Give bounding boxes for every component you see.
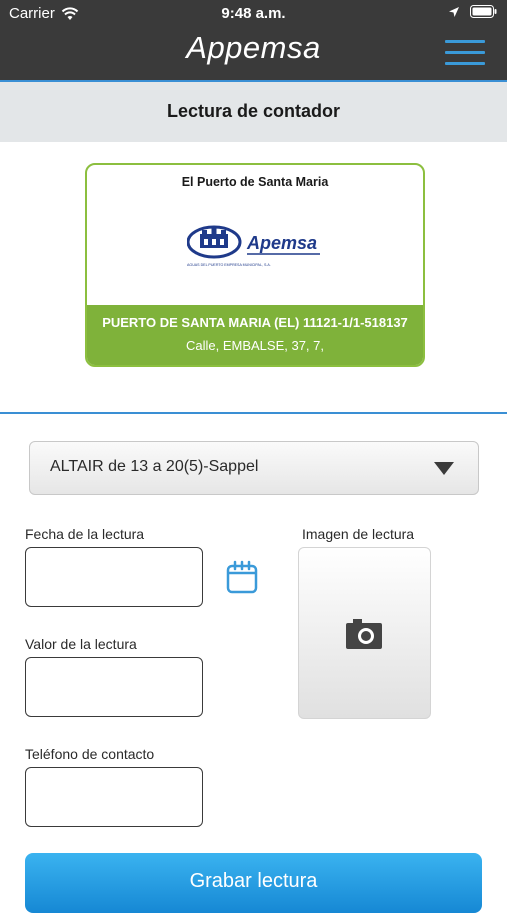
navigation-bar: Carrier 9:48 a.m. Appemsa — [0, 0, 507, 80]
card-city: El Puerto de Santa Maria — [181, 175, 329, 189]
camera-icon — [346, 619, 382, 649]
meter-card: El Puerto de Santa Maria Apemsa AGUAS DE… — [85, 163, 425, 367]
card-info-band: PUERTO DE SANTA MARIA (EL) 11121-1/1-518… — [87, 305, 423, 365]
logo-subtitle: AGUAS DEL PUERTO EMPRESA MUNICIPAL, S.A. — [187, 263, 271, 267]
contact-phone-label: Teléfono de contacto — [25, 746, 155, 762]
save-reading-button[interactable]: Grabar lectura — [25, 853, 482, 913]
dropdown-arrow-icon — [434, 462, 454, 475]
meter-model-value: ALTAIR de 13 a 20(5)-Sappel — [50, 458, 259, 475]
meter-model-select[interactable]: ALTAIR de 13 a 20(5)-Sappel — [29, 441, 479, 495]
reading-value-field[interactable] — [25, 657, 203, 717]
status-bar: Carrier 9:48 a.m. — [0, 0, 507, 28]
save-reading-label: Grabar lectura — [189, 870, 318, 892]
battery-icon — [470, 5, 497, 18]
menu-line — [445, 62, 485, 65]
menu-line — [445, 51, 485, 54]
page-title: Lectura de contador — [166, 101, 341, 121]
reading-date-label: Fecha de la lectura — [25, 526, 145, 542]
status-time: 9:48 a.m. — [221, 5, 286, 22]
menu-line — [445, 40, 485, 43]
app-title: Appemsa — [186, 30, 321, 65]
logo-text: Apemsa — [246, 233, 317, 253]
calendar-icon[interactable] — [226, 560, 258, 594]
reading-image-label: Imagen de lectura — [302, 526, 415, 542]
card-account: PUERTO DE SANTA MARIA (EL) 11121-1/1-518… — [102, 315, 408, 330]
reading-date-field[interactable] — [25, 547, 203, 607]
apemsa-logo: Apemsa AGUAS DEL PUERTO EMPRESA MUNICIPA… — [187, 225, 320, 267]
section-header: Lectura de contador — [0, 82, 507, 142]
card-address: Calle, EMBALSE, 37, 7, — [185, 338, 324, 353]
contact-phone-field[interactable] — [25, 767, 203, 827]
section-divider — [0, 412, 507, 414]
status-icons — [448, 5, 497, 18]
reading-image-picker[interactable] — [298, 547, 431, 719]
location-arrow-icon — [449, 6, 459, 17]
reading-value-label: Valor de la lectura — [25, 636, 137, 652]
hamburger-menu-icon[interactable] — [445, 40, 485, 66]
